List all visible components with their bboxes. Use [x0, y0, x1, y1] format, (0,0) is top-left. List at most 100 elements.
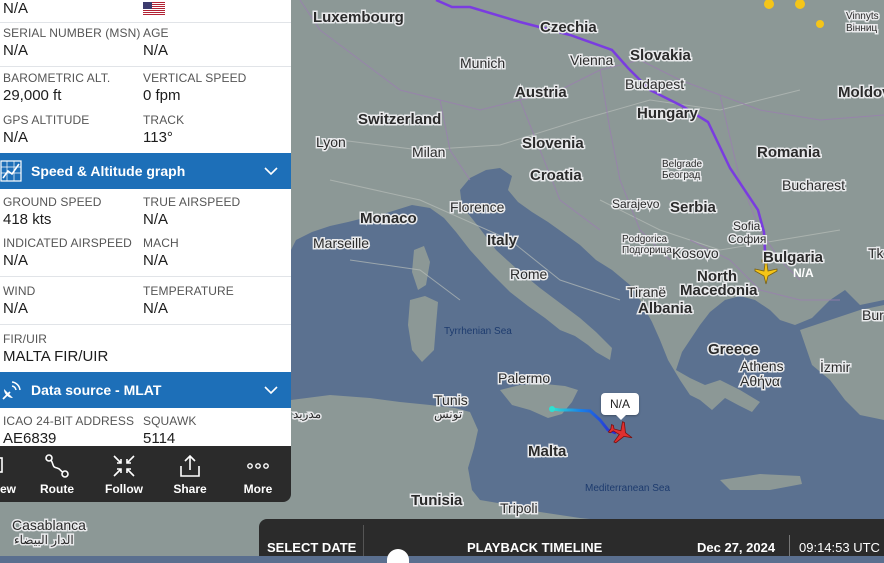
age-value: N/A — [143, 42, 169, 59]
top-row: N/A — [0, 0, 291, 23]
share-icon — [180, 454, 200, 477]
label-mediterranean: Mediterranean Sea — [585, 483, 670, 494]
label-tunis-ar: تونس — [434, 407, 462, 421]
baro-alt-label: BAROMETRIC ALT. — [3, 71, 111, 85]
airspeed-row: INDICATED AIRSPEED N/A MACH N/A — [0, 232, 291, 277]
share-button[interactable]: Share — [166, 446, 214, 502]
other-aircraft-label: N/A — [793, 266, 814, 280]
track-label: TRACK — [143, 113, 185, 127]
label-luxembourg: Luxembourg — [313, 9, 404, 26]
more-button[interactable]: More — [234, 446, 282, 502]
chevron-down-icon — [264, 386, 278, 395]
label-lyon: Lyon — [316, 134, 346, 150]
graph-icon — [0, 160, 22, 182]
chevron-down-icon — [264, 167, 278, 176]
icao-squawk-row: ICAO 24-BIT ADDRESS AE6839 SQUAWK 5114 — [0, 408, 291, 446]
aircraft-details-panel: N/A SERIAL NUMBER (MSN) N/A AGE N/A BARO… — [0, 0, 291, 446]
playback-date: Dec 27, 2024 — [697, 540, 776, 555]
label-athens-gr: Αθήνα — [740, 373, 780, 389]
label-izmir: İzmir — [820, 358, 851, 375]
fir-label: FIR/UIR — [3, 332, 48, 346]
indicated-airspeed-label: INDICATED AIRSPEED — [3, 236, 132, 250]
more-label: More — [243, 482, 273, 496]
label-albania: Albania — [638, 300, 693, 317]
mach-value: N/A — [143, 252, 169, 269]
wind-value: N/A — [3, 300, 29, 317]
squawk-value: 5114 — [143, 430, 176, 446]
label-sofia: Sofia — [733, 219, 761, 233]
label-belgrade-cyr: Београд — [662, 170, 700, 181]
label-croatia: Croatia — [530, 167, 582, 184]
label-vinnytsia: Vinnyts — [846, 11, 879, 22]
label-milan: Milan — [412, 144, 445, 160]
label-marseille: Marseille — [313, 235, 369, 251]
label-budapest: Budapest — [625, 76, 684, 92]
label-bucharest: Bucharest — [782, 177, 845, 193]
label-monaco: Monaco — [360, 210, 417, 227]
label-munich: Munich — [460, 55, 505, 71]
track-value: 113° — [143, 129, 173, 146]
follow-button[interactable]: Follow — [100, 446, 148, 502]
vertical-speed-label: VERTICAL SPEED — [143, 71, 247, 85]
label-tyrrhenian: Tyrrhenian Sea — [444, 326, 512, 337]
squawk-label: SQUAWK — [143, 414, 197, 428]
view-label: ew — [0, 482, 16, 496]
follow-label: Follow — [105, 482, 143, 496]
wind-label: WIND — [3, 284, 36, 298]
temperature-value: N/A — [143, 300, 169, 317]
playback-timeline-label[interactable]: PLAYBACK TIMELINE — [467, 540, 602, 555]
vertical-speed-value: 0 fpm — [143, 87, 181, 104]
indicated-airspeed-value: N/A — [3, 252, 29, 269]
label-czechia: Czechia — [540, 19, 597, 36]
selected-aircraft-callout[interactable]: N/A — [601, 393, 639, 420]
play-handle-icon[interactable] — [387, 549, 409, 563]
label-tunis: Tunis — [434, 392, 468, 408]
temperature-label: TEMPERATURE — [143, 284, 234, 298]
age-label: AGE — [143, 26, 169, 40]
data-source-header[interactable]: Data source - MLAT — [0, 372, 291, 408]
fir-row: FIR/UIR MALTA FIR/UIR — [0, 325, 291, 372]
route-button[interactable]: Route — [33, 446, 81, 502]
label-italy: Italy — [487, 232, 518, 249]
label-bulgaria: Bulgaria — [763, 249, 824, 266]
label-belgrade: Belgrade — [662, 159, 702, 170]
playback-time: 09:14:53 UTC — [799, 540, 880, 555]
label-tirane: Tiranë — [627, 284, 666, 300]
label-athens: Athens — [740, 358, 784, 374]
label-moldova: Moldov — [838, 84, 884, 101]
label-florence: Florence — [450, 199, 505, 215]
label-tripoli: Tripoli — [500, 500, 538, 516]
view-button[interactable]: ew — [0, 446, 16, 502]
data-source-title: Data source - MLAT — [31, 382, 162, 398]
speed-altitude-graph-header[interactable]: Speed & Altitude graph — [0, 153, 291, 189]
label-vinnytsia-cyr: Вінниц — [846, 23, 878, 34]
serial-label: SERIAL NUMBER (MSN) — [3, 26, 141, 40]
label-bur: Bur — [862, 307, 884, 323]
label-greece: Greece — [708, 341, 759, 358]
label-slovakia: Slovakia — [630, 47, 692, 64]
ground-speed-label: GROUND SPEED — [3, 195, 102, 209]
select-date-button[interactable]: SELECT DATE — [267, 540, 356, 555]
track-start-dot — [549, 406, 555, 412]
gps-track-row: GPS ALTITUDE N/A TRACK 113° — [0, 110, 291, 153]
altitude-row: BAROMETRIC ALT. 29,000 ft VERTICAL SPEED… — [0, 66, 291, 110]
label-austria: Austria — [515, 84, 567, 101]
more-dots-icon — [247, 463, 269, 469]
icao-label: ICAO 24-BIT ADDRESS — [3, 414, 135, 428]
speed-altitude-graph-title: Speed & Altitude graph — [31, 163, 186, 179]
label-malta: Malta — [528, 443, 567, 460]
label-podgorica-cyr: Подгорица — [622, 245, 672, 256]
serial-age-row: SERIAL NUMBER (MSN) N/A AGE N/A — [0, 22, 291, 67]
label-vienna: Vienna — [570, 52, 614, 68]
label-slovenia: Slovenia — [522, 135, 584, 152]
marker-icon — [816, 20, 824, 28]
baro-alt-value: 29,000 ft — [3, 87, 62, 104]
share-label: Share — [173, 482, 207, 496]
divider — [363, 525, 364, 556]
view-icon — [0, 457, 3, 473]
aircraft-toolbar: ew Route Follow Share More — [0, 446, 291, 502]
label-tk: Tk — [868, 245, 884, 261]
gps-alt-label: GPS ALTITUDE — [3, 113, 90, 127]
ground-speed-row: GROUND SPEED 418 kts TRUE AIRSPEED N/A — [0, 189, 291, 232]
label-kosovo: Kosovo — [672, 245, 719, 261]
